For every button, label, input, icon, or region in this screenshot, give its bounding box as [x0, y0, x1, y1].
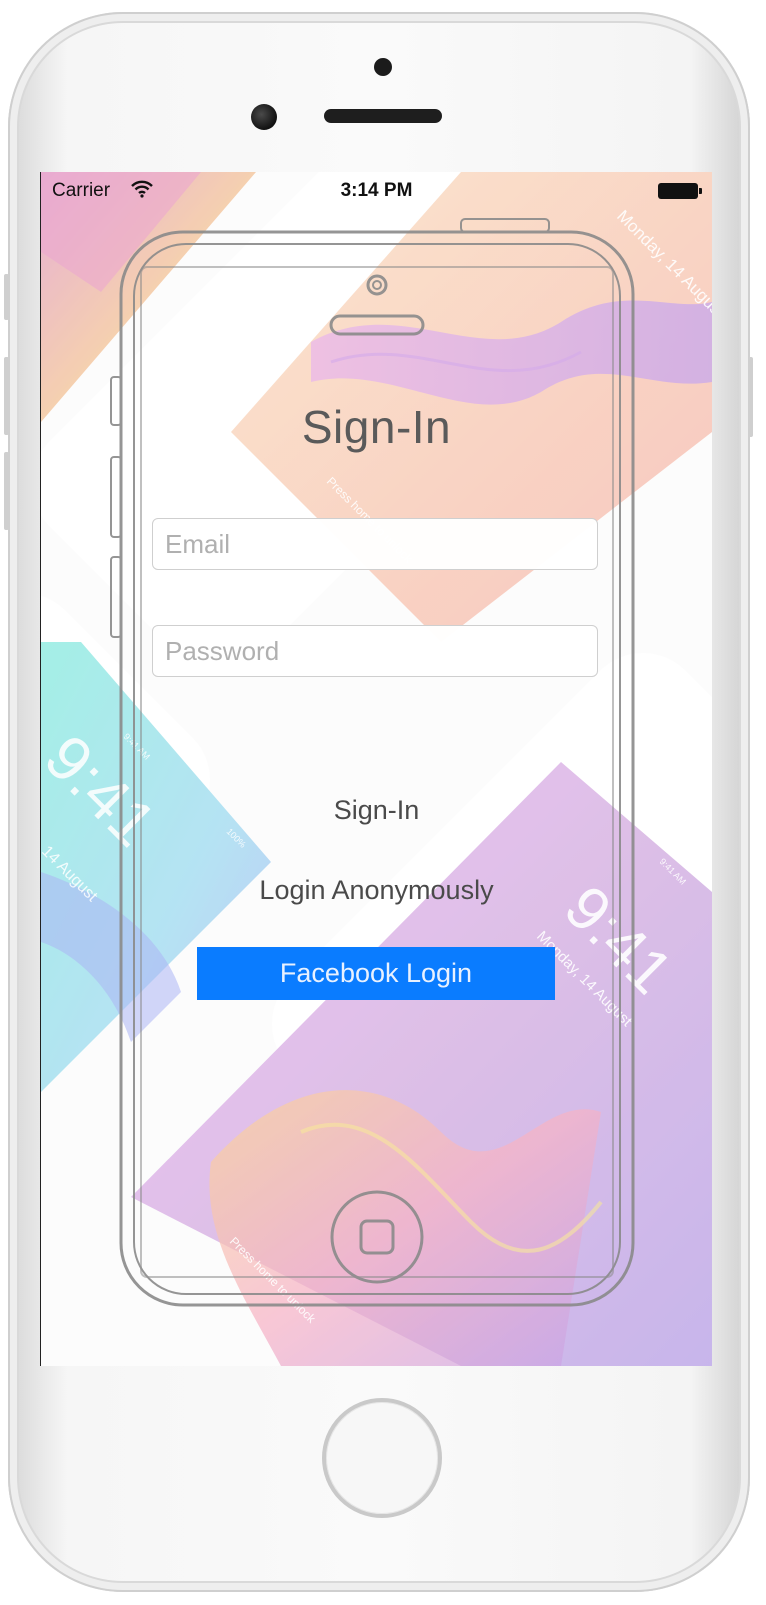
battery-icon	[658, 183, 702, 199]
email-field[interactable]	[152, 518, 598, 570]
volume-up-button	[4, 357, 9, 435]
background-artwork: Monday, 14 August Press home to unlock 9…	[41, 172, 712, 1366]
earpiece-speaker	[324, 109, 442, 123]
volume-down-button	[4, 452, 9, 530]
status-time: 3:14 PM	[340, 180, 413, 201]
page-title: Sign-In	[301, 401, 452, 453]
login-anonymously-button[interactable]: Login Anonymously	[41, 875, 712, 906]
status-bar: Carrier 3:14 PM	[41, 172, 712, 210]
proximity-sensor-icon	[374, 58, 392, 76]
facebook-login-button[interactable]: Facebook Login	[197, 947, 555, 1000]
app-screen: Monday, 14 August Press home to unlock 9…	[40, 172, 712, 1366]
mute-switch	[4, 274, 9, 320]
password-field[interactable]	[152, 625, 598, 677]
front-camera-icon	[251, 104, 277, 130]
home-button[interactable]	[322, 1398, 442, 1518]
power-button	[748, 357, 753, 437]
sign-in-button[interactable]: Sign-In	[41, 795, 712, 826]
